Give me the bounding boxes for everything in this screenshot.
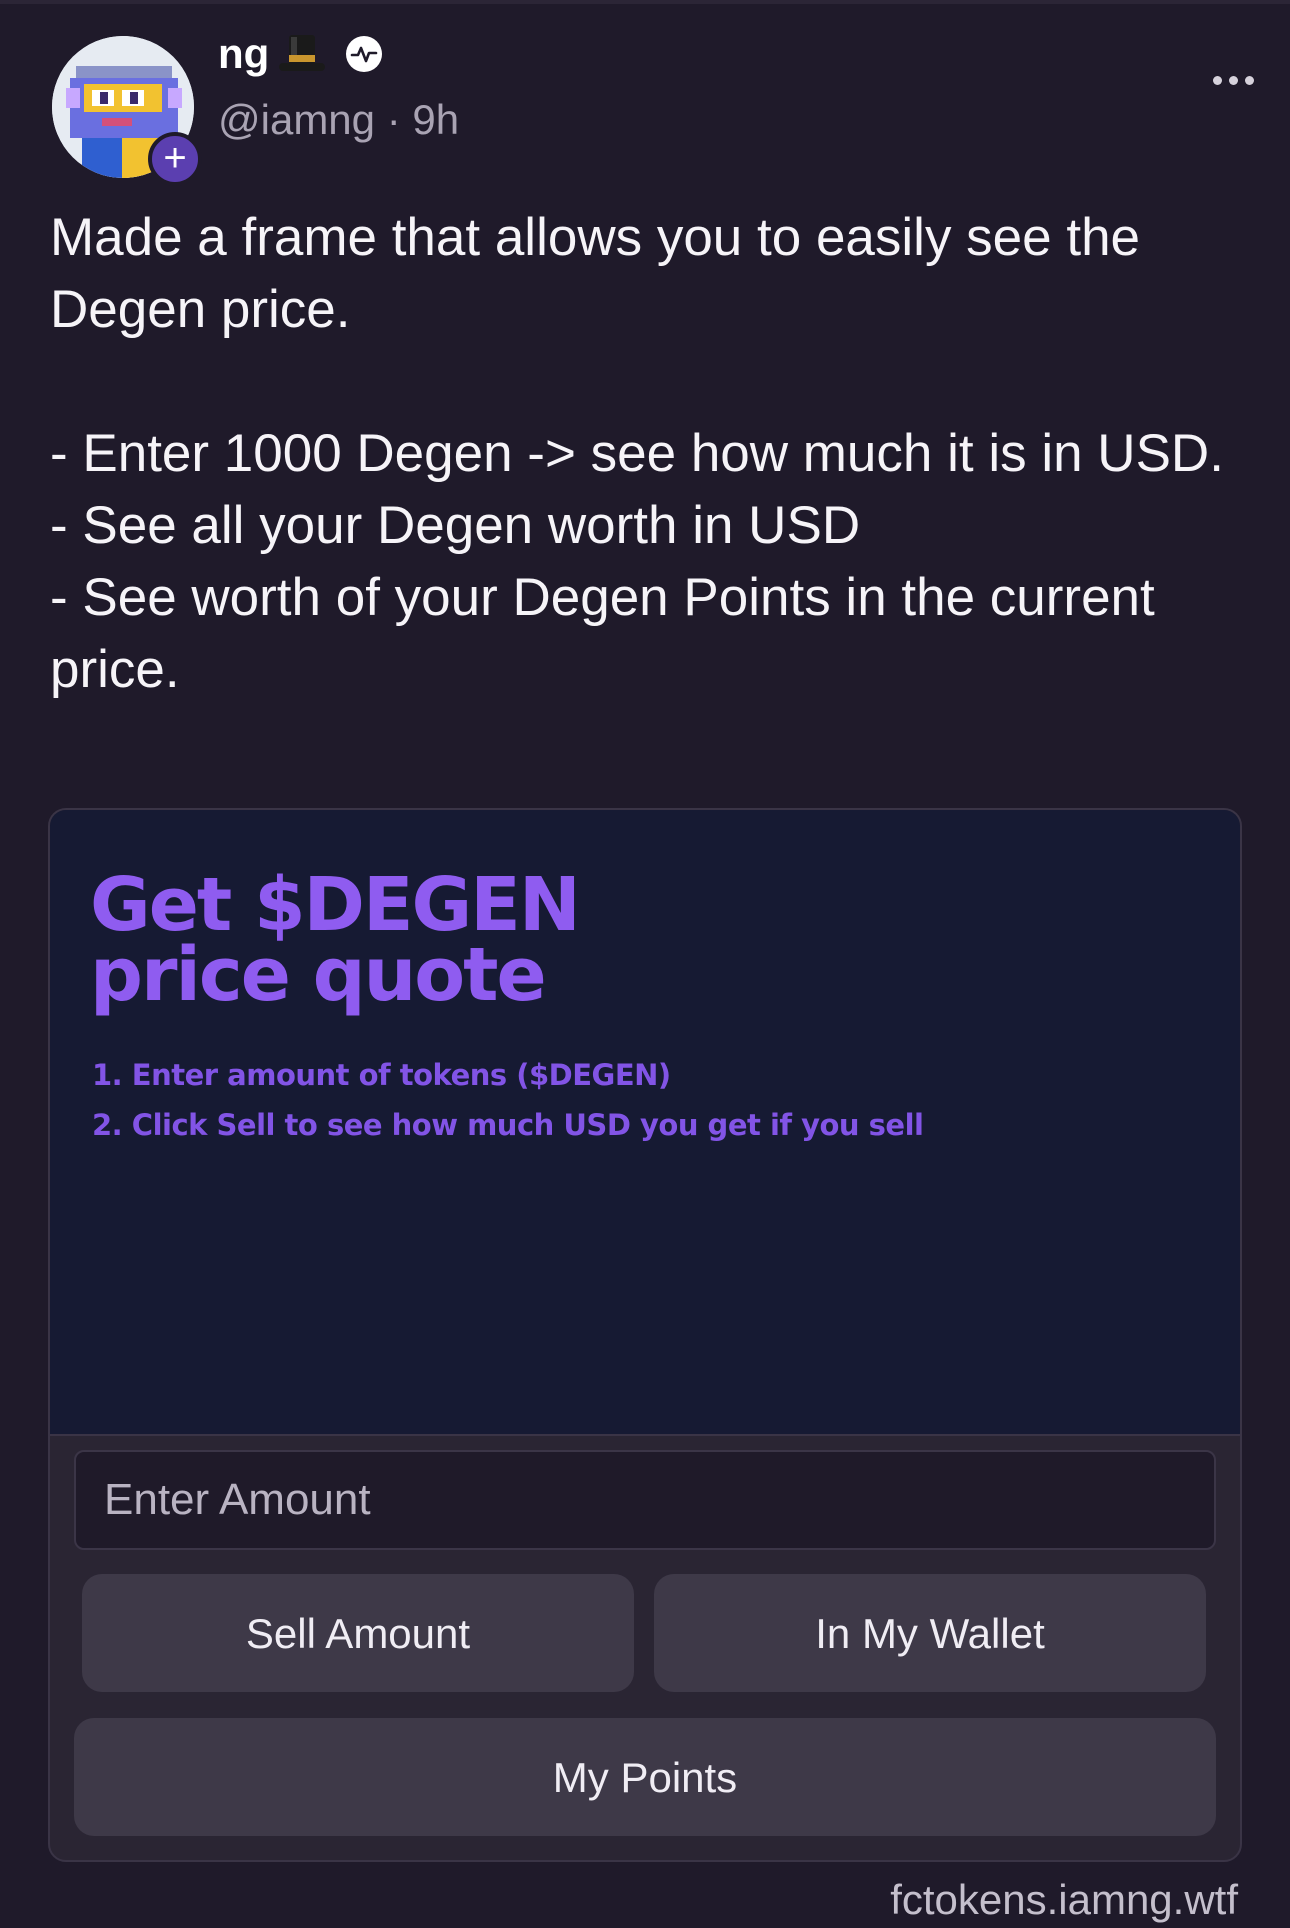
post-text-line: - See all your Degen worth in USD [50, 496, 861, 555]
frame-instruction-step: 1. Enter amount of tokens ($DEGEN) [92, 1058, 671, 1092]
author-handle-time: @iamng · 9h [218, 96, 460, 143]
frame-domain-link[interactable]: fctokens.iamng.wtf [890, 1876, 1238, 1924]
power-badge-icon [345, 35, 383, 73]
dot [1213, 76, 1222, 85]
frame-instruction-step: 2. Click Sell to see how much USD you ge… [92, 1108, 924, 1142]
my-points-button[interactable]: My Points [74, 1718, 1216, 1836]
top-hat-icon [277, 31, 327, 77]
dot [1245, 76, 1254, 85]
amount-input[interactable] [74, 1450, 1216, 1550]
in-my-wallet-button[interactable]: In My Wallet [654, 1574, 1206, 1692]
author-display-name[interactable]: ng [218, 30, 269, 78]
frame-title-line: Get $DEGEN [90, 862, 581, 948]
more-horizontal-icon[interactable] [1213, 76, 1254, 85]
embedded-frame: Get $DEGEN price quote 1. Enter amount o… [48, 808, 1242, 1862]
plus-icon: + [163, 136, 187, 180]
frame-title-line: price quote [90, 932, 547, 1018]
follow-plus-button[interactable]: + [148, 132, 202, 186]
post-body: Made a frame that allows you to easily s… [50, 202, 1250, 706]
post-text-line: Made a frame that allows you to easily s… [50, 208, 1141, 339]
top-divider [0, 0, 1290, 4]
sell-amount-button[interactable]: Sell Amount [82, 1574, 634, 1692]
dot [1229, 76, 1238, 85]
frame-title: Get $DEGEN price quote [90, 862, 581, 1018]
post-text-line: - Enter 1000 Degen -> see how much it is… [50, 424, 1224, 483]
post-text-line: - See worth of your Degen Points in the … [50, 568, 1155, 699]
frame-image[interactable]: Get $DEGEN price quote 1. Enter amount o… [50, 810, 1240, 1436]
author-name-row: ng [218, 26, 383, 82]
